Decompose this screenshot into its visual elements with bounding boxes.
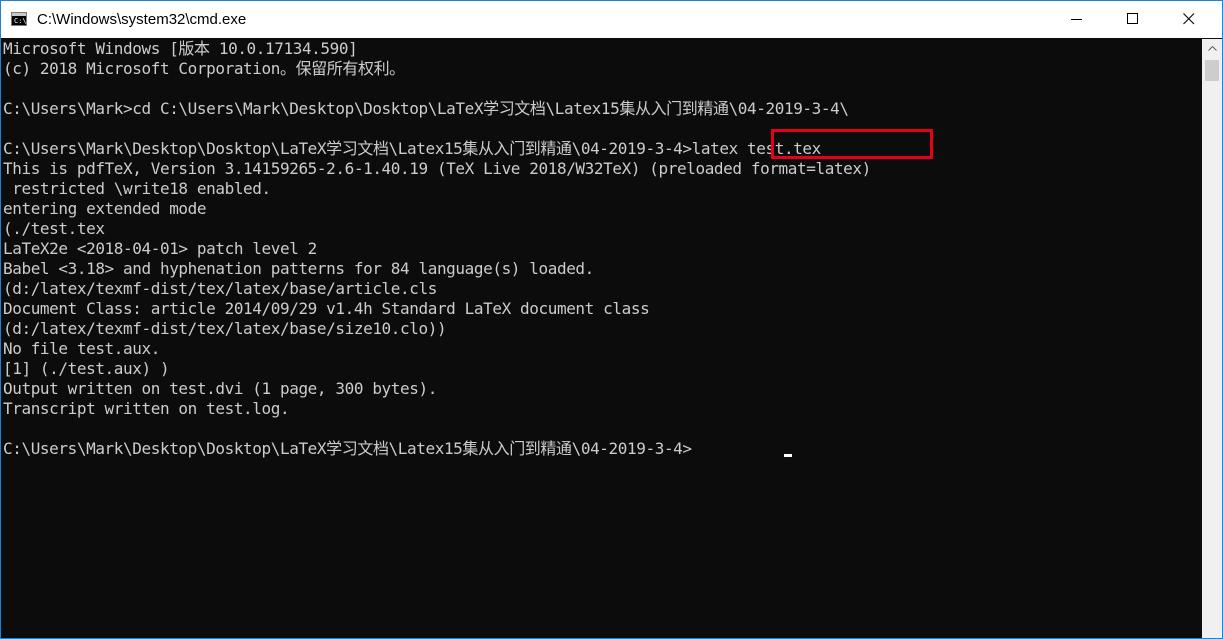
window-title: C:\Windows\system32\cmd.exe xyxy=(37,11,247,28)
chevron-up-icon xyxy=(1208,46,1217,51)
scroll-up-button[interactable] xyxy=(1202,39,1222,58)
console-line: This is pdfTeX, Version 3.14159265-2.6-1… xyxy=(3,159,871,178)
console-line: [1] (./test.aux) ) xyxy=(3,359,170,378)
console-line: No file test.aux. xyxy=(3,339,160,358)
console-line: (./test.tex xyxy=(3,219,105,238)
title-bar[interactable]: C:\. C:\Windows\system32\cmd.exe xyxy=(1,1,1222,38)
text-cursor xyxy=(784,454,792,457)
console-line: C:\Users\Mark>cd C:\Users\Mark\Desktop\D… xyxy=(3,99,849,118)
console-line: Document Class: article 2014/09/29 v1.4h… xyxy=(3,299,650,318)
console-line: LaTeX2e <2018-04-01> patch level 2 xyxy=(3,239,317,258)
console-output[interactable]: Microsoft Windows [版本 10.0.17134.590] (c… xyxy=(1,39,1201,638)
close-button[interactable] xyxy=(1166,1,1212,38)
console-line: (d:/latex/texmf-dist/tex/latex/base/arti… xyxy=(3,279,437,298)
console-line: (d:/latex/texmf-dist/tex/latex/base/size… xyxy=(3,319,447,338)
console-line: Microsoft Windows [版本 10.0.17134.590] xyxy=(3,39,358,58)
command-highlight-box xyxy=(771,129,933,159)
console-line: entering extended mode xyxy=(3,199,207,218)
console-line: Transcript written on test.log. xyxy=(3,399,290,418)
console-line: restricted \write18 enabled. xyxy=(3,179,271,198)
maximize-icon xyxy=(1127,13,1138,24)
vertical-scrollbar[interactable] xyxy=(1202,39,1222,638)
close-icon xyxy=(1183,13,1195,25)
console-line: C:\Users\Mark\Desktop\Dosktop\LaTeX学习文档\… xyxy=(3,139,821,158)
console-line: (c) 2018 Microsoft Corporation。保留所有权利。 xyxy=(3,59,405,78)
maximize-button[interactable] xyxy=(1110,1,1156,38)
console-line: Output written on test.dvi (1 page, 300 … xyxy=(3,379,437,398)
console-prompt-line[interactable]: C:\Users\Mark\Desktop\Dosktop\LaTeX学习文档\… xyxy=(3,439,692,459)
minimize-button[interactable] xyxy=(1054,1,1100,38)
cmd-app-icon[interactable]: C:\. xyxy=(11,12,31,26)
scroll-thumb[interactable] xyxy=(1205,60,1219,81)
minimize-icon xyxy=(1071,19,1082,20)
console-line: Babel <3.18> and hyphenation patterns fo… xyxy=(3,259,594,278)
icon-text: C:\. xyxy=(14,17,31,25)
cmd-window: C:\. C:\Windows\system32\cmd.exe Microso… xyxy=(0,0,1223,639)
